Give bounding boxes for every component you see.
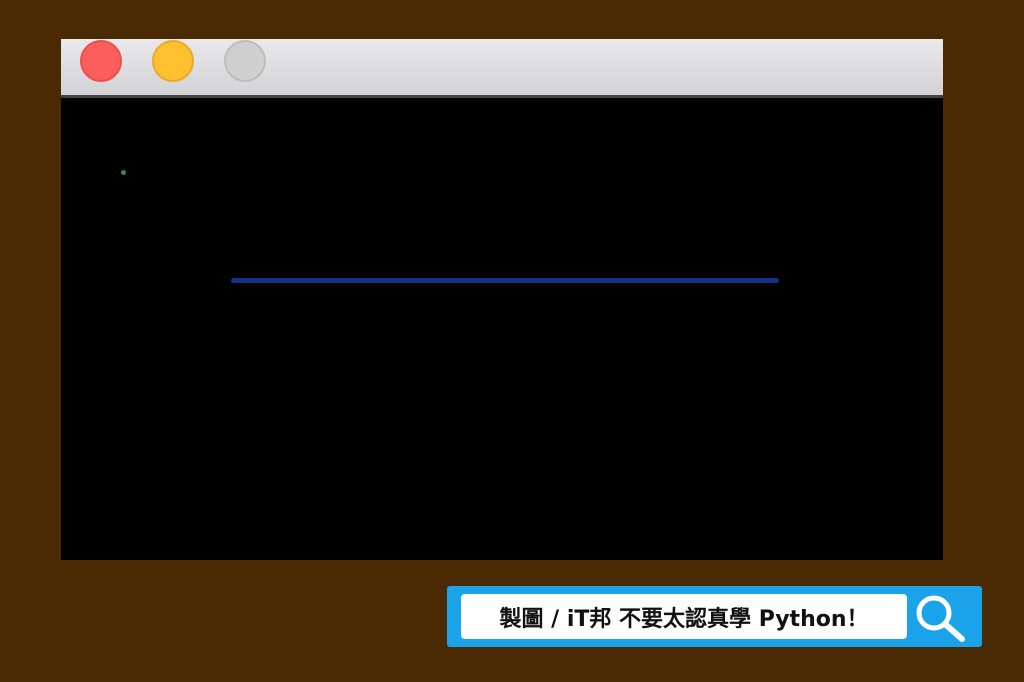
search-banner: 製圖 / iT邦 不要太認真學 Python！ xyxy=(447,586,982,647)
minimize-button[interactable] xyxy=(152,40,194,82)
ball xyxy=(121,170,126,175)
zoom-button[interactable] xyxy=(224,40,266,82)
paddle[interactable] xyxy=(231,278,779,283)
title-bar[interactable] xyxy=(61,39,943,98)
app-window xyxy=(61,39,943,560)
search-text: 製圖 / iT邦 不要太認真學 Python！ xyxy=(499,606,869,632)
search-button[interactable] xyxy=(910,589,970,644)
close-button[interactable] xyxy=(80,40,122,82)
search-icon xyxy=(916,595,965,642)
game-canvas[interactable] xyxy=(61,98,943,560)
search-field[interactable]: 製圖 / iT邦 不要太認真學 Python！ xyxy=(461,594,907,639)
